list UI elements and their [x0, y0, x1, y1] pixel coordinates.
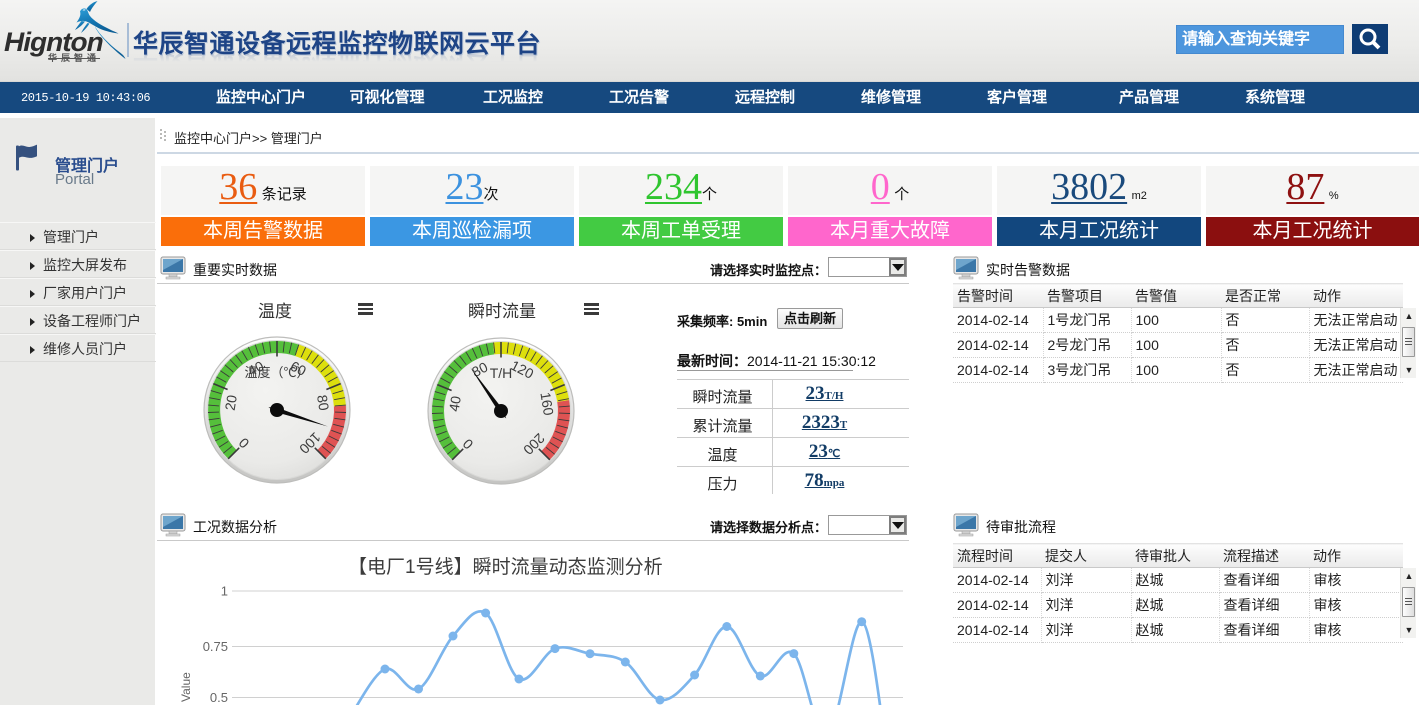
svg-text:0.5: 0.5	[210, 690, 228, 705]
svg-text:温度（℃）: 温度（℃）	[244, 365, 309, 380]
svg-text:T/H: T/H	[490, 365, 513, 381]
svg-text:80: 80	[314, 394, 332, 412]
svg-text:0.75: 0.75	[203, 639, 228, 654]
svg-text:40: 40	[446, 395, 464, 413]
svg-text:1: 1	[221, 584, 228, 599]
svg-text:Value: Value	[179, 672, 193, 702]
svg-text:20: 20	[222, 394, 240, 412]
